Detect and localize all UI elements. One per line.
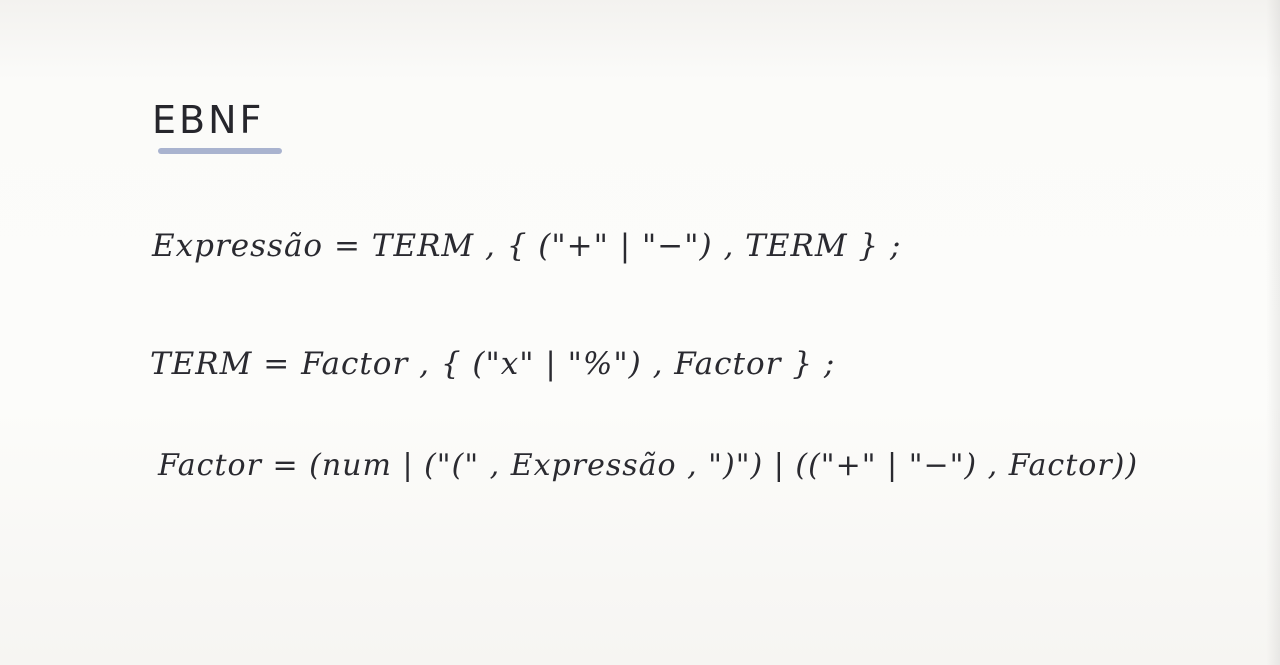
title-highlight-underline <box>158 148 282 154</box>
rule-factor: Factor = (num | ("(" , Expressão , ")") … <box>158 448 1139 483</box>
document-title: EBNF <box>152 98 265 142</box>
rule-term: TERM = Factor , { ("x" | "%") , Factor }… <box>150 346 836 382</box>
paper-edge-shadow <box>1266 0 1280 665</box>
rule-expressao: Expressão = TERM , { ("+" | "−") , TERM … <box>152 228 902 264</box>
